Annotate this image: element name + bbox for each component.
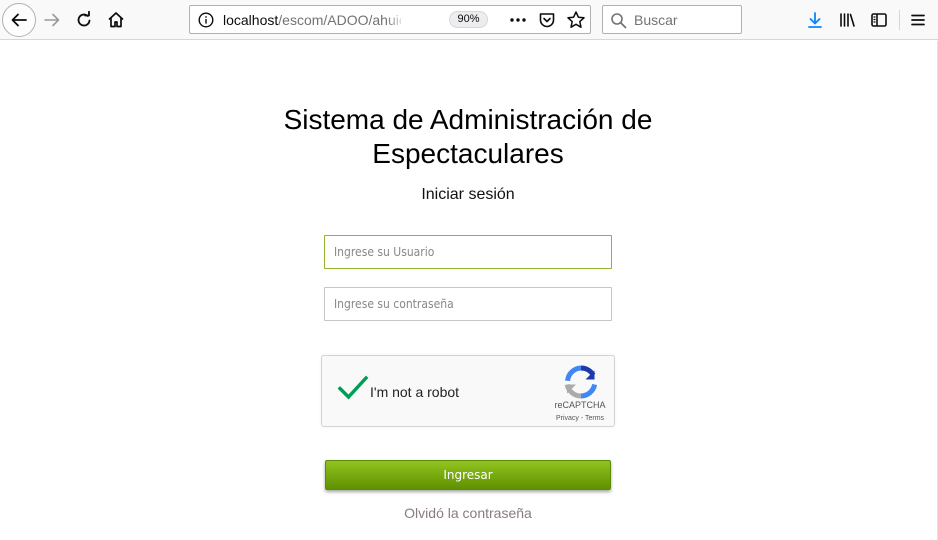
page-content: Sistema de Administración de Espectacula…	[0, 41, 938, 540]
page-title-line1: Sistema de Administración de	[283, 104, 653, 135]
download-icon	[808, 12, 822, 28]
more-actions-icon[interactable]	[508, 11, 528, 29]
search-bar[interactable]	[602, 5, 742, 34]
search-input[interactable]	[634, 10, 738, 30]
page-title: Sistema de Administración de Espectacula…	[168, 103, 768, 171]
reload-button[interactable]	[68, 4, 100, 36]
recaptcha-brand: reCAPTCHA	[554, 400, 606, 410]
menu-button[interactable]	[902, 4, 934, 36]
toolbar-separator	[899, 10, 900, 30]
recaptcha-label: I'm not a robot	[370, 384, 460, 400]
search-icon	[611, 13, 627, 29]
recaptcha-logo-icon	[564, 365, 598, 399]
sidebar-toggle-button[interactable]	[863, 4, 895, 36]
forgot-password-link[interactable]: Olvidó la contraseña	[318, 505, 618, 521]
zoom-badge[interactable]: 90%	[449, 11, 488, 28]
downloads-button[interactable]	[799, 4, 831, 36]
login-subtitle: Iniciar sesión	[421, 186, 515, 203]
url-fade	[386, 8, 406, 31]
forward-button[interactable]	[36, 4, 68, 36]
recaptcha-links: Privacy - Terms	[544, 415, 616, 422]
reload-icon	[77, 11, 91, 27]
pocket-icon[interactable]	[538, 11, 556, 29]
arrow-left-icon	[11, 13, 27, 27]
recaptcha-privacy-link[interactable]: Privacy	[556, 415, 579, 422]
url-text[interactable]: localhost/escom/ADOO/ahuic/l	[223, 12, 401, 29]
sidebar-icon	[871, 13, 887, 27]
checkmark-icon[interactable]	[337, 374, 369, 402]
password-input[interactable]	[324, 287, 612, 321]
username-input[interactable]	[324, 235, 612, 269]
info-icon[interactable]	[198, 12, 214, 28]
hamburger-menu-icon	[911, 14, 925, 26]
recaptcha-widget[interactable]: I'm not a robot reCAPTCHA Privacy - Term…	[321, 355, 615, 427]
home-icon	[108, 12, 124, 28]
library-icon	[840, 13, 855, 27]
submit-button[interactable]: Ingresar	[325, 460, 611, 490]
url-path: /escom/ADOO/ahuic/l	[278, 12, 401, 28]
browser-toolbar: localhost/escom/ADOO/ahuic/l 90%	[0, 0, 938, 40]
page-title-line2: Espectaculares	[372, 138, 564, 169]
url-host: localhost	[223, 12, 279, 28]
recaptcha-terms-link[interactable]: Terms	[585, 415, 604, 422]
library-button[interactable]	[831, 4, 863, 36]
home-button[interactable]	[100, 4, 132, 36]
arrow-right-icon	[44, 13, 60, 27]
back-button[interactable]	[2, 3, 36, 37]
url-bar[interactable]: localhost/escom/ADOO/ahuic/l 90%	[189, 5, 591, 34]
bookmark-star-icon[interactable]	[566, 10, 586, 30]
